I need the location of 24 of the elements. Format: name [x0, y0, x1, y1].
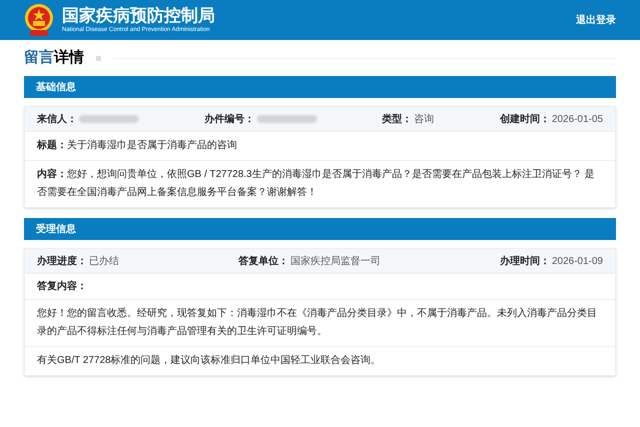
field-label: 办理进度： [37, 254, 87, 268]
field-value: 国家疾控局监督一司 [290, 254, 380, 268]
reply-heading: 答复内容： [37, 281, 87, 292]
field-label: 办件编号： [204, 112, 255, 126]
detail-text: 内容：您好，想询问贵单位，依照GB / T27728.3生产的消毒湿巾是否属于消毒产品？是否需要在产品包装上标注卫消证号？ 是否需要在全国消毒产品网上备案信息服务平台备案？谢谢解答！ [37, 167, 596, 200]
field-label: 创建时间： [500, 112, 550, 126]
section-title: 基础信息 [36, 80, 76, 94]
page-title: 留言详情 [24, 48, 84, 68]
logout-link[interactable]: 退出登录 [576, 12, 616, 28]
reply-text: 有关GB/T 27728标准的问题，建议向该标准归口单位中国轻工业联合会咨询。 [37, 354, 382, 368]
field-label: 来信人： [37, 112, 77, 126]
field-value: 已办结 [89, 254, 119, 268]
field-value: 2026-01-05 [552, 112, 603, 126]
field-label: 答复单位： [238, 254, 288, 268]
agency-name: 国家疾病预防控制局 [62, 6, 215, 26]
field-label: 类型： [382, 112, 412, 126]
field-label: 办理时间： [500, 254, 550, 268]
emblem-icon [24, 3, 54, 37]
field-value: 2026-01-09 [552, 254, 603, 268]
reply-text: 您好！您的留言收悉。经研究，现答复如下：消毒湿巾不在《消毒产品分类目录》中，不属于消毒产品。未列入消毒产品分类目录的产品不得标注任何与消毒产品管理有关的卫生许可证明编号。 [37, 306, 598, 339]
detail-text: 标题：关于消毒湿巾是否属于消毒产品的咨询 [37, 138, 238, 153]
title-mark-icon [96, 56, 101, 60]
section-title: 受理信息 [36, 222, 76, 236]
field-value: 咨询 [414, 112, 434, 126]
